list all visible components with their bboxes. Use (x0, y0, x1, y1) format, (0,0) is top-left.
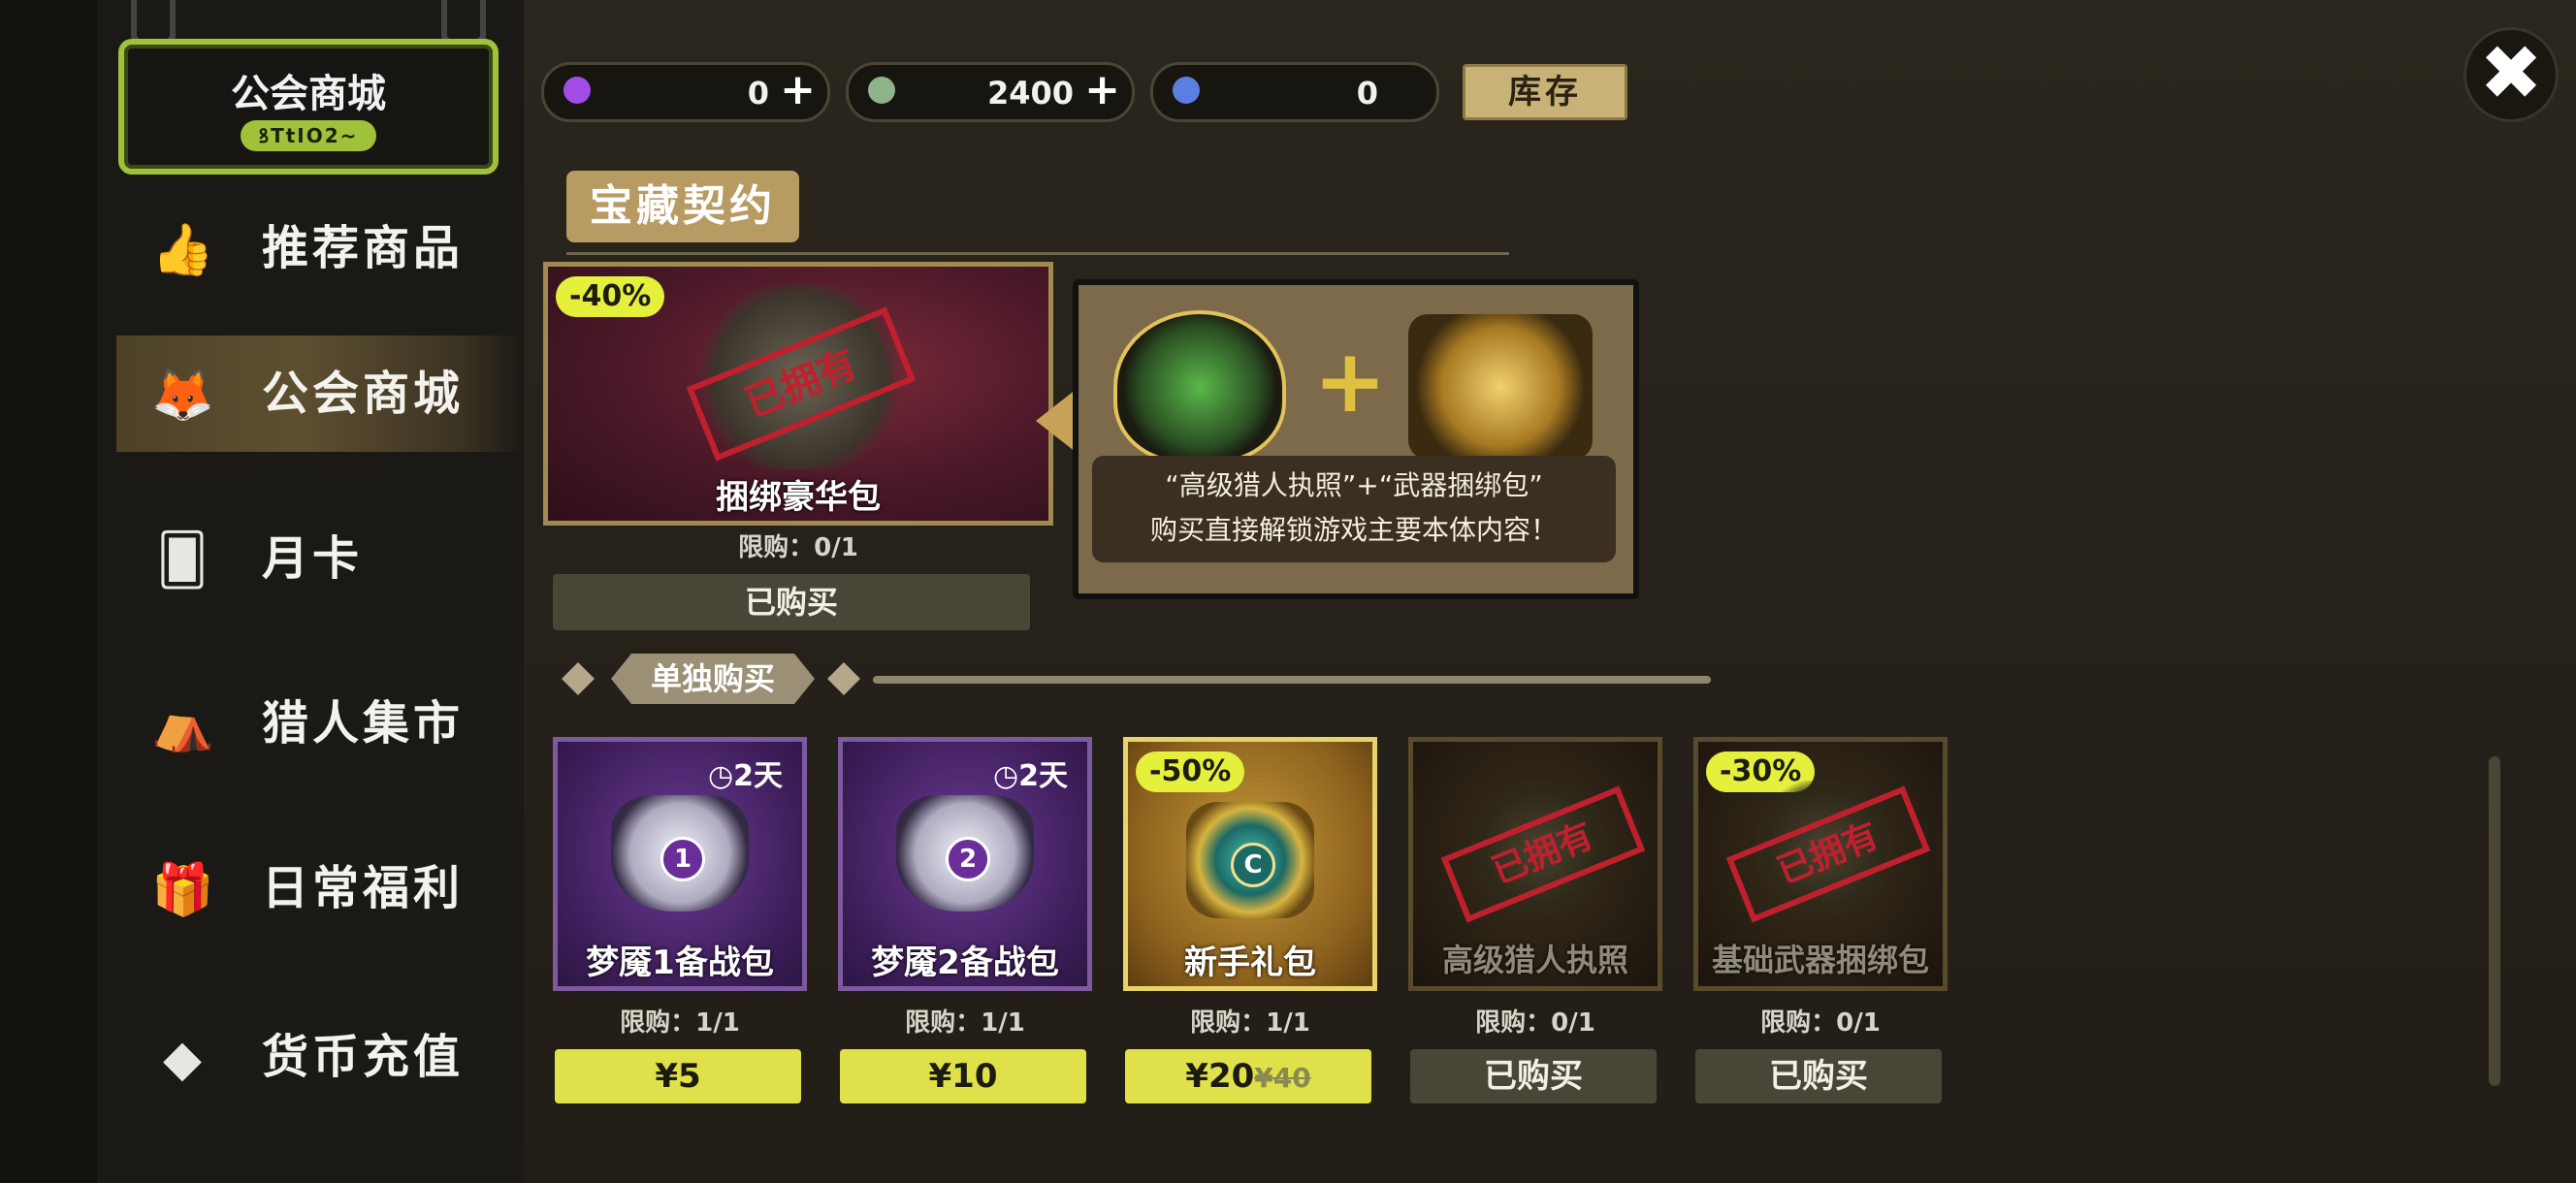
left-border (0, 0, 97, 1183)
add-gems-button[interactable]: + (780, 69, 816, 112)
currency-crystals: 0 (1150, 62, 1439, 122)
guild-coin-count: 2400 (986, 75, 1074, 112)
purple-gem-icon (564, 77, 591, 104)
item-name: 梦魇1备战包 (586, 943, 774, 982)
item-card-weapon-bundle[interactable]: -30% 已拥有 基础武器捆绑包 (1693, 737, 1948, 991)
item-card-hunter-license[interactable]: 已拥有 高级猎人执照 (1408, 737, 1662, 991)
bundle-card[interactable]: -40% 已拥有 捆绑豪华包 (543, 262, 1053, 526)
price-current: ¥20 (1185, 1057, 1255, 1096)
bundle-name: 捆绑豪华包 (716, 478, 881, 517)
purchased-button[interactable]: 已购买 (1695, 1049, 1942, 1103)
timer-icon: ◷2天 (707, 759, 783, 793)
nav-item-daily-rewards[interactable]: 🎁 日常福利 (116, 830, 524, 946)
nav-label: 猎人集市 (262, 696, 465, 751)
discount-badge: -50% (1136, 751, 1245, 792)
market-stall-icon: ⛺ (151, 696, 214, 754)
nav-item-recommended[interactable]: 👍 推荐商品 (116, 190, 524, 306)
item-limit: 限购：1/1 (620, 1008, 740, 1038)
price-button[interactable]: ¥20¥40 (1125, 1049, 1371, 1103)
bundle-purchased-button[interactable]: 已购买 (553, 574, 1030, 630)
item-limit: 限购：1/1 (1190, 1008, 1310, 1038)
nav-label: 货币充值 (262, 1030, 465, 1084)
tier-badge: 2 (946, 837, 990, 881)
inventory-button[interactable]: 库存 (1463, 64, 1627, 120)
crystal-count: 0 (1356, 75, 1378, 112)
close-icon[interactable]: ✖ (2463, 27, 2559, 122)
nav-label: 公会商城 (262, 367, 465, 421)
guild-coin-icon (868, 77, 895, 104)
nav-item-hunter-market[interactable]: ⛺ 猎人集市 (116, 665, 524, 782)
price-button[interactable]: ¥5 (555, 1049, 801, 1103)
scrollbar[interactable] (2489, 756, 2500, 1086)
gift-box-icon: 🎁 (151, 861, 214, 919)
hunter-license-icon (1113, 310, 1286, 464)
nav-item-guild-shop[interactable]: 🦊 公会商城 (116, 336, 524, 452)
nav-label: 日常福利 (262, 861, 465, 915)
section-divider (566, 252, 1509, 255)
item-card-nightmare-2[interactable]: ◷2天 2 梦魇2备战包 (838, 737, 1092, 991)
item-card-starter-pack[interactable]: -50% C 新手礼包 (1123, 737, 1377, 991)
weapon-bundle-icon (1408, 314, 1593, 460)
item-card-nightmare-1[interactable]: ◷2天 1 梦魇1备战包 (553, 737, 807, 991)
currency-gems: 0 + (541, 62, 830, 122)
nav-item-currency-topup[interactable]: ◆ 货币充值 (116, 999, 524, 1115)
bundle-limit: 限购：0/1 (738, 533, 858, 562)
shop-code-plate: ꝸTtIO2~ (241, 120, 376, 151)
divider-line (873, 676, 1711, 684)
nav-item-monthly-card[interactable]: 🂠 月卡 (116, 500, 524, 617)
shop-title: 公会商城 (231, 72, 386, 116)
item-name: 基础武器捆绑包 (1711, 942, 1929, 978)
discount-badge: -40% (556, 276, 665, 317)
info-line-1: “高级猎人执照”+“武器捆绑包” (1165, 469, 1543, 501)
shop-sign: 公会商城 ꝸTtIO2~ (118, 39, 499, 175)
gem-count: 0 (747, 75, 769, 112)
item-name: 新手礼包 (1184, 943, 1316, 982)
currency-guild-coins: 2400 + (846, 62, 1135, 122)
bundle-info-text: “高级猎人执照”+“武器捆绑包” 购买直接解锁游戏主要本体内容！ (1092, 456, 1616, 562)
tier-badge: 1 (660, 837, 705, 881)
item-limit: 限购：1/1 (905, 1008, 1025, 1038)
price-button[interactable]: ¥10 (840, 1049, 1086, 1103)
info-line-2: 购买直接解锁游戏主要本体内容！ (1149, 514, 1558, 546)
card-icon: 🂠 (156, 531, 209, 590)
coin-diamond-icon: ◆ (163, 1030, 202, 1088)
item-name: 梦魇2备战包 (871, 943, 1059, 982)
blue-crystal-icon (1173, 77, 1200, 104)
nav-label: 月卡 (262, 531, 364, 586)
plus-icon: + (1313, 331, 1387, 432)
thumbs-up-icon: 👍 (151, 221, 214, 279)
emblem-badge: C (1231, 843, 1275, 887)
timer-icon: ◷2天 (992, 759, 1068, 793)
add-guild-coins-button[interactable]: + (1084, 69, 1120, 112)
price-original: ¥40 (1254, 1062, 1311, 1094)
section-title: 宝藏契约 (566, 171, 799, 242)
single-purchase-label: 单独购买 (611, 654, 815, 704)
item-limit: 限购：0/1 (1760, 1008, 1881, 1038)
item-name: 高级猎人执照 (1441, 942, 1628, 978)
nav-label: 推荐商品 (262, 221, 465, 275)
purchased-button[interactable]: 已购买 (1410, 1049, 1657, 1103)
fox-head-icon: 🦊 (151, 367, 214, 425)
item-limit: 限购：0/1 (1475, 1008, 1595, 1038)
